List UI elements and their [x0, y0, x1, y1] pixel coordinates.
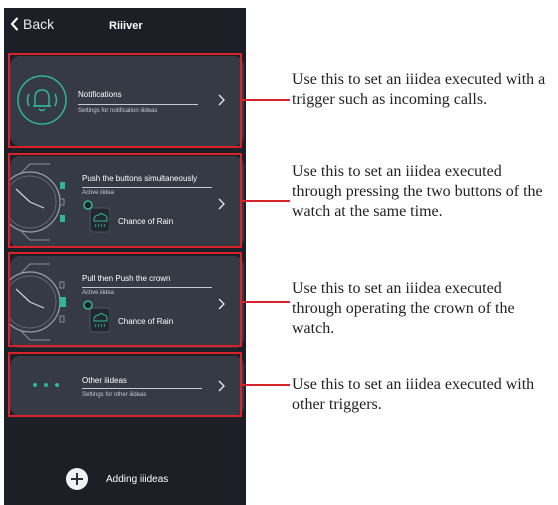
card-subtitle: Settings for notification iiideas: [78, 108, 158, 114]
watch-buttons-icon: [10, 163, 65, 241]
annotation-notifications: Use this to set an iiidea executed with …: [292, 71, 546, 108]
card-title: Notifications: [78, 90, 122, 99]
card-divider: [78, 104, 198, 105]
add-iiideas-button[interactable]: Adding iiideas: [66, 468, 168, 490]
notifications-card[interactable]: Notifications Settings for notification …: [10, 56, 244, 146]
connector-line: [242, 99, 290, 101]
card-divider: [82, 287, 212, 288]
card-title: Pull then Push the crown: [82, 274, 171, 283]
crown-card[interactable]: Pull then Push the crown Active iiidea C…: [10, 256, 244, 348]
card-title: Push the buttons simultaneously: [82, 174, 198, 183]
card-subtitle: Settings for other iiideas: [82, 392, 147, 398]
chevron-right-icon: [218, 298, 225, 310]
plus-icon: [66, 468, 88, 490]
chevron-right-icon: [218, 380, 225, 392]
rain-cloud-icon: [83, 300, 110, 333]
back-button[interactable]: Back: [10, 16, 54, 32]
annotation-crown: Use this to set an iiidea executed throu…: [292, 280, 515, 337]
annotation-other: Use this to set an iiidea executed with …: [292, 376, 535, 413]
card-subtitle: Active iiidea: [82, 290, 115, 296]
connector-line: [242, 200, 290, 202]
push-buttons-card[interactable]: Push the buttons simultaneously Active i…: [10, 156, 244, 248]
bell-icon: [17, 75, 67, 125]
connector-line: [242, 301, 290, 303]
chevron-right-icon: [218, 198, 225, 210]
other-iiideas-card[interactable]: Other iiideas Settings for other iiideas: [10, 356, 244, 416]
active-iiidea-name: Chance of Rain: [118, 217, 174, 226]
card-title: Other iiideas: [82, 376, 127, 385]
page-title: Riiiver: [109, 20, 143, 32]
card-subtitle: Active iiidea: [82, 190, 115, 196]
add-iiideas-label: Adding iiideas: [106, 473, 169, 485]
card-divider: [82, 187, 212, 188]
phone-screen: Back Riiiver Notifications Settings for …: [4, 8, 246, 505]
watch-crown-icon: [10, 263, 66, 341]
chevron-left-icon: [10, 17, 19, 31]
more-dots-icon: [33, 383, 59, 387]
card-divider: [82, 388, 202, 389]
connector-line: [242, 384, 290, 386]
top-bar: Back Riiiver: [4, 8, 246, 48]
back-label: Back: [23, 16, 55, 32]
chevron-right-icon: [218, 94, 225, 106]
active-iiidea-name: Chance of Rain: [118, 317, 174, 326]
annotation-push-buttons: Use this to set an iiidea executed throu…: [292, 163, 543, 220]
rain-cloud-icon: [83, 200, 110, 233]
